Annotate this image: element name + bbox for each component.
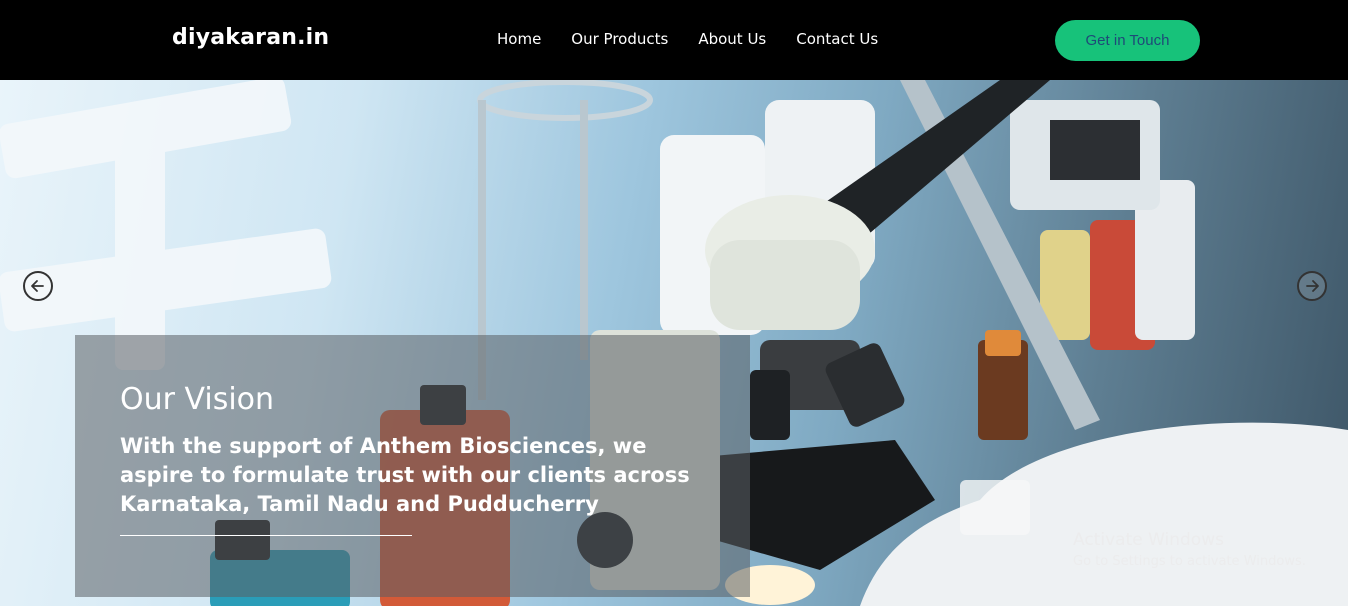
watermark-title: Activate Windows	[1073, 530, 1224, 550]
slide-title: Our Vision	[120, 382, 275, 417]
nav-link-about-us[interactable]: About Us	[698, 30, 766, 48]
get-in-touch-button[interactable]: Get in Touch	[1055, 20, 1200, 61]
navbar: diyakaran.in Home Our Products About Us …	[0, 0, 1348, 80]
carousel-prev-button[interactable]	[23, 271, 53, 301]
nav-link-home[interactable]: Home	[497, 30, 541, 48]
nav-link-our-products[interactable]: Our Products	[571, 30, 668, 48]
nav-link-contact-us[interactable]: Contact Us	[796, 30, 878, 48]
hero-carousel: Our Vision With the support of Anthem Bi…	[0, 80, 1348, 606]
site-logo[interactable]: diyakaran.in	[172, 25, 329, 50]
slide-caption: Our Vision With the support of Anthem Bi…	[75, 335, 750, 597]
main-nav: Home Our Products About Us Contact Us	[497, 30, 908, 48]
arrow-right-circle-icon	[1306, 280, 1319, 292]
windows-activation-watermark: Activate Windows Go to Settings to activ…	[1073, 530, 1306, 569]
carousel-next-button[interactable]	[1297, 271, 1327, 301]
arrow-left-circle-icon	[31, 280, 44, 292]
caption-divider	[120, 535, 412, 536]
watermark-subtitle: Go to Settings to activate Windows.	[1073, 554, 1306, 569]
slide-text: With the support of Anthem Biosciences, …	[120, 434, 690, 516]
